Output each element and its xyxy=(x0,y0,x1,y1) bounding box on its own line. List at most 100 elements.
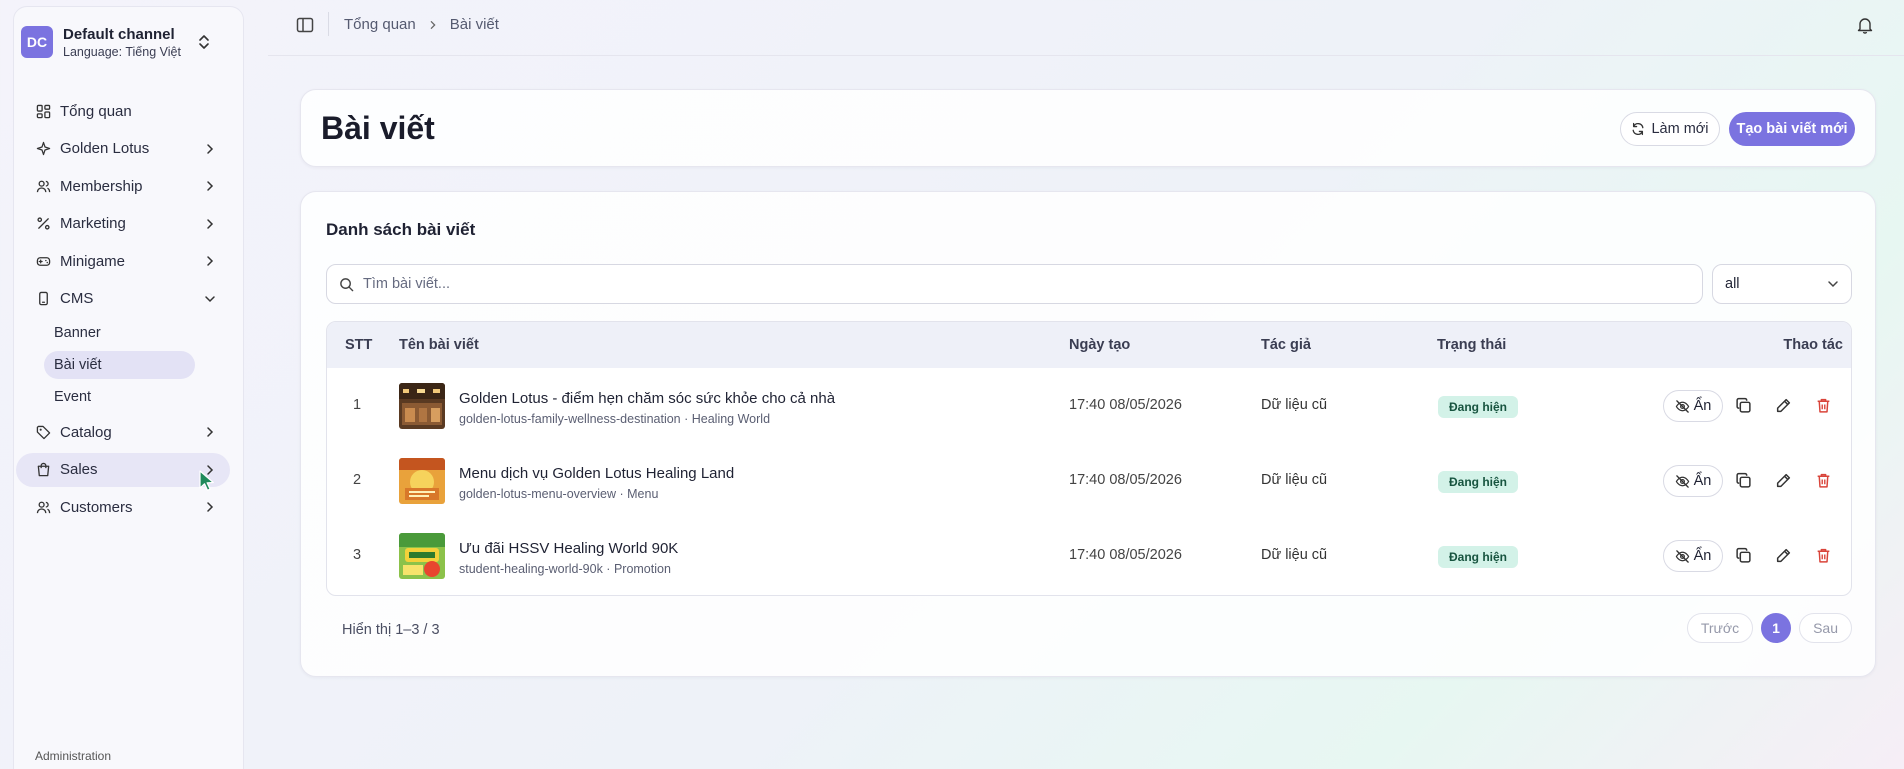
create-post-button[interactable]: Tạo bài viết mới xyxy=(1729,112,1855,146)
trash-icon[interactable] xyxy=(1815,472,1832,489)
bell-icon[interactable] xyxy=(1857,16,1873,34)
status-badge: Đang hiện xyxy=(1438,396,1519,418)
sidebar-item-marketing[interactable]: Marketing xyxy=(16,207,230,241)
status-filter-select[interactable]: all xyxy=(1712,264,1852,304)
status-badge: Đang hiện xyxy=(1438,546,1519,568)
sidebar-item-label: Customers xyxy=(60,498,133,516)
posts-table: STT Tên bài viết Ngày tạo Tác giả Trạng … xyxy=(326,321,1852,596)
col-actions: Thao tác xyxy=(1783,337,1843,353)
post-author: Dữ liệu cũ xyxy=(1261,547,1328,563)
users-icon xyxy=(36,501,51,513)
sidebar-item-sales[interactable]: Sales xyxy=(16,452,230,487)
post-thumbnail xyxy=(399,383,445,429)
sidebar-item-tong-quan[interactable]: Tổng quan xyxy=(16,94,230,128)
page-header-card: Bài viết Làm mới Tạo bài viết mới xyxy=(300,89,1876,167)
breadcrumb-current: Bài viết xyxy=(449,16,499,33)
post-thumbnail xyxy=(399,533,445,579)
table-row: 3 Ưu đãi HSSV Healing World 90K student-… xyxy=(327,518,1851,593)
post-author: Dữ liệu cũ xyxy=(1261,397,1328,413)
copy-icon[interactable] xyxy=(1735,472,1752,489)
edit-pencil-icon[interactable] xyxy=(1775,397,1792,414)
chevron-right-icon xyxy=(207,256,214,266)
sidebar-item-label: Membership xyxy=(60,177,143,195)
hide-button[interactable]: Ẩn xyxy=(1663,540,1723,572)
chevron-right-icon xyxy=(207,502,214,512)
status-badge: Đang hiện xyxy=(1438,471,1519,493)
chevron-down-icon xyxy=(205,295,215,302)
post-list-card: Danh sách bài viết all STT Tên bài viết … xyxy=(300,191,1876,677)
search-input[interactable] xyxy=(363,276,1702,292)
percent-icon xyxy=(37,217,50,230)
sidebar-item-cms[interactable]: CMS xyxy=(16,282,230,316)
sidebar-item-minigame[interactable]: Minigame xyxy=(16,244,230,278)
sidebar-item-label: Minigame xyxy=(60,252,126,270)
mouse-cursor-icon xyxy=(199,470,214,491)
sidebar-subitem-banner[interactable]: Banner xyxy=(44,319,195,347)
dashboard-icon xyxy=(36,104,51,118)
cms-submenu: Banner Bài viết Event xyxy=(44,319,230,411)
eye-off-icon xyxy=(1675,549,1689,563)
post-title[interactable]: Ưu đãi HSSV Healing World 90K xyxy=(459,540,678,557)
gamepad-icon xyxy=(36,256,51,266)
refresh-button[interactable]: Làm mới xyxy=(1620,112,1720,146)
hide-button[interactable]: Ẩn xyxy=(1663,390,1723,422)
edit-pencil-icon[interactable] xyxy=(1775,472,1792,489)
row-stt: 2 xyxy=(353,472,362,488)
row-stt: 3 xyxy=(353,547,362,563)
next-page-button[interactable]: Sau xyxy=(1799,613,1852,643)
hide-label: Ẩn xyxy=(1693,398,1712,414)
chevron-down-icon xyxy=(1828,281,1838,288)
refresh-icon xyxy=(1633,122,1644,136)
pagination-summary: Hiển thị 1–3 / 3 xyxy=(342,622,440,638)
col-date: Ngày tạo xyxy=(1069,337,1131,353)
channel-avatar: DC xyxy=(21,26,53,58)
hide-label: Ẩn xyxy=(1693,473,1712,489)
table-footer: Hiển thị 1–3 / 3 Trước 1 Sau xyxy=(326,607,1852,647)
sidebar-subitem-bai-viet[interactable]: Bài viết xyxy=(44,351,195,379)
post-date: 17:40 08/05/2026 xyxy=(1069,397,1182,413)
sidebar-subitem-event[interactable]: Event xyxy=(44,383,195,411)
trash-icon[interactable] xyxy=(1815,397,1832,414)
channel-switcher[interactable]: DC Default channel Language: Tiếng Việt xyxy=(21,22,211,62)
search-icon xyxy=(340,277,354,291)
sidebar-item-label: Catalog xyxy=(60,423,112,441)
sparkle-icon xyxy=(36,141,51,156)
copy-icon[interactable] xyxy=(1735,547,1752,564)
trash-icon[interactable] xyxy=(1815,547,1832,564)
breadcrumb-root[interactable]: Tổng quan xyxy=(344,16,416,33)
users-icon xyxy=(36,180,51,192)
prev-page-button[interactable]: Trước xyxy=(1686,613,1754,643)
sidebar-item-golden-lotus[interactable]: Golden Lotus xyxy=(16,132,230,166)
hide-button[interactable]: Ẩn xyxy=(1663,465,1723,497)
post-slug: golden-lotus-menu-overview · Menu xyxy=(459,487,659,501)
sidebar-item-label: Marketing xyxy=(60,215,126,232)
administration-section-label: Administration xyxy=(35,749,112,763)
chevron-right-icon xyxy=(207,218,214,229)
post-title[interactable]: Menu dịch vụ Golden Lotus Healing Land xyxy=(459,465,734,482)
page-button-current[interactable]: 1 xyxy=(1761,613,1792,643)
post-title[interactable]: Golden Lotus - điểm hẹn chăm sóc sức khỏ… xyxy=(459,390,835,407)
sidebar-item-customers[interactable]: Customers xyxy=(16,490,230,524)
post-thumbnail xyxy=(399,458,445,504)
row-stt: 1 xyxy=(353,397,362,413)
eye-off-icon xyxy=(1675,399,1689,413)
edit-pencil-icon[interactable] xyxy=(1775,547,1792,564)
post-author: Dữ liệu cũ xyxy=(1261,472,1328,488)
chevron-right-icon xyxy=(207,427,214,437)
col-stt: STT xyxy=(345,337,373,353)
search-box[interactable] xyxy=(326,264,1703,304)
hide-label: Ẩn xyxy=(1693,548,1712,564)
table-row: 2 Menu dịch vụ Golden Lotus Healing Land… xyxy=(327,443,1851,518)
sidebar-item-catalog[interactable]: Catalog xyxy=(16,415,230,449)
pagination: Trước 1 Sau xyxy=(1679,613,1852,643)
sidebar-nav: Tổng quan Golden Lotus Membership Market… xyxy=(16,94,230,528)
sidebar-item-membership[interactable]: Membership xyxy=(16,169,230,203)
filter-value: all xyxy=(1725,276,1740,292)
list-title: Danh sách bài viết xyxy=(326,220,476,239)
copy-icon[interactable] xyxy=(1735,397,1752,414)
eye-off-icon xyxy=(1675,474,1689,488)
chevrons-up-down-icon xyxy=(199,35,209,49)
sidebar-item-label: CMS xyxy=(60,290,94,307)
table-header: STT Tên bài viết Ngày tạo Tác giả Trạng … xyxy=(327,322,1851,368)
sidebar-toggle-icon[interactable] xyxy=(296,16,314,34)
